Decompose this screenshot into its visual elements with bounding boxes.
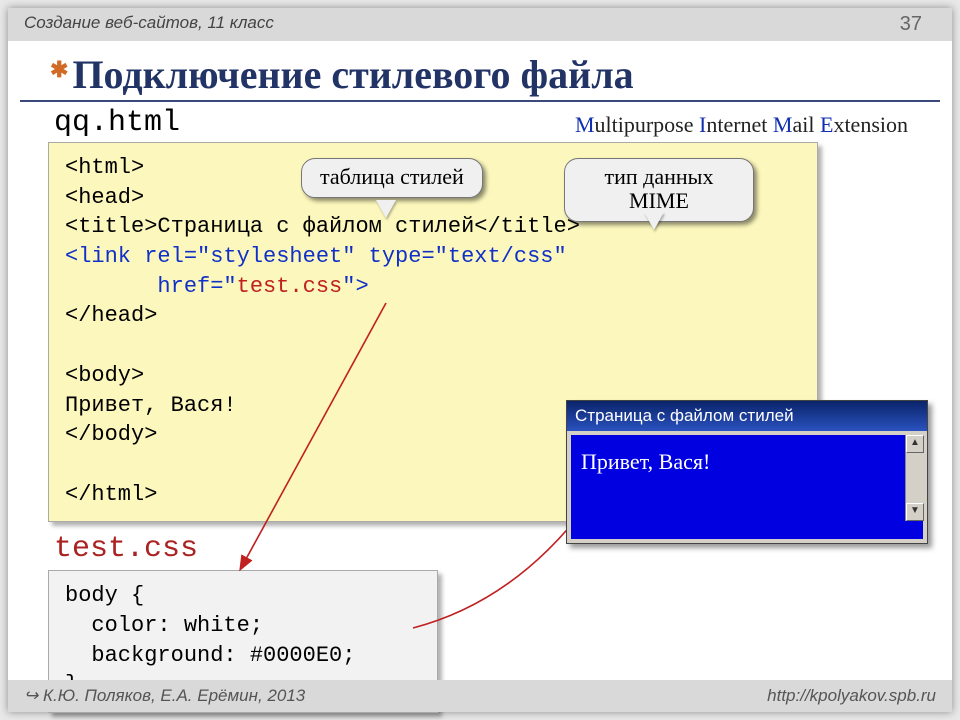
browser-viewport: Привет, Вася! ▲ ▼ <box>571 435 923 539</box>
slide: Создание веб-сайтов, 11 класс 37 ✱Подклю… <box>8 8 952 712</box>
callout-tail-icon <box>376 200 396 218</box>
course-name: Создание веб-сайтов, 11 класс <box>24 13 274 36</box>
vertical-scrollbar[interactable]: ▲ ▼ <box>905 435 923 521</box>
footer-bar: ↪ К.Ю. Поляков, Е.А. Ерёмин, 2013 http:/… <box>8 680 952 712</box>
bullet-icon: ✱ <box>50 57 68 83</box>
scroll-down-icon[interactable]: ▼ <box>906 503 924 521</box>
footer-url: http://kpolyakov.spb.ru <box>767 686 936 706</box>
browser-preview: Страница с файлом стилей Привет, Вася! ▲… <box>566 400 928 544</box>
callout-stylesheet: таблица стилей <box>301 158 483 198</box>
page-number: 37 <box>900 13 936 36</box>
slide-title: ✱Подключение стилевого файла <box>20 41 940 102</box>
top-bar: Создание веб-сайтов, 11 класс 37 <box>8 8 952 41</box>
browser-titlebar: Страница с файлом стилей <box>567 401 927 431</box>
authors: ↪ К.Ю. Поляков, Е.А. Ерёмин, 2013 <box>24 686 305 706</box>
mime-expansion: Multipurpose Internet Mail Extension <box>575 112 908 138</box>
scroll-up-icon[interactable]: ▲ <box>906 435 924 453</box>
callout-tail-icon <box>644 212 664 230</box>
link-tag: <link rel="stylesheet" type="text/css" h… <box>65 244 580 299</box>
